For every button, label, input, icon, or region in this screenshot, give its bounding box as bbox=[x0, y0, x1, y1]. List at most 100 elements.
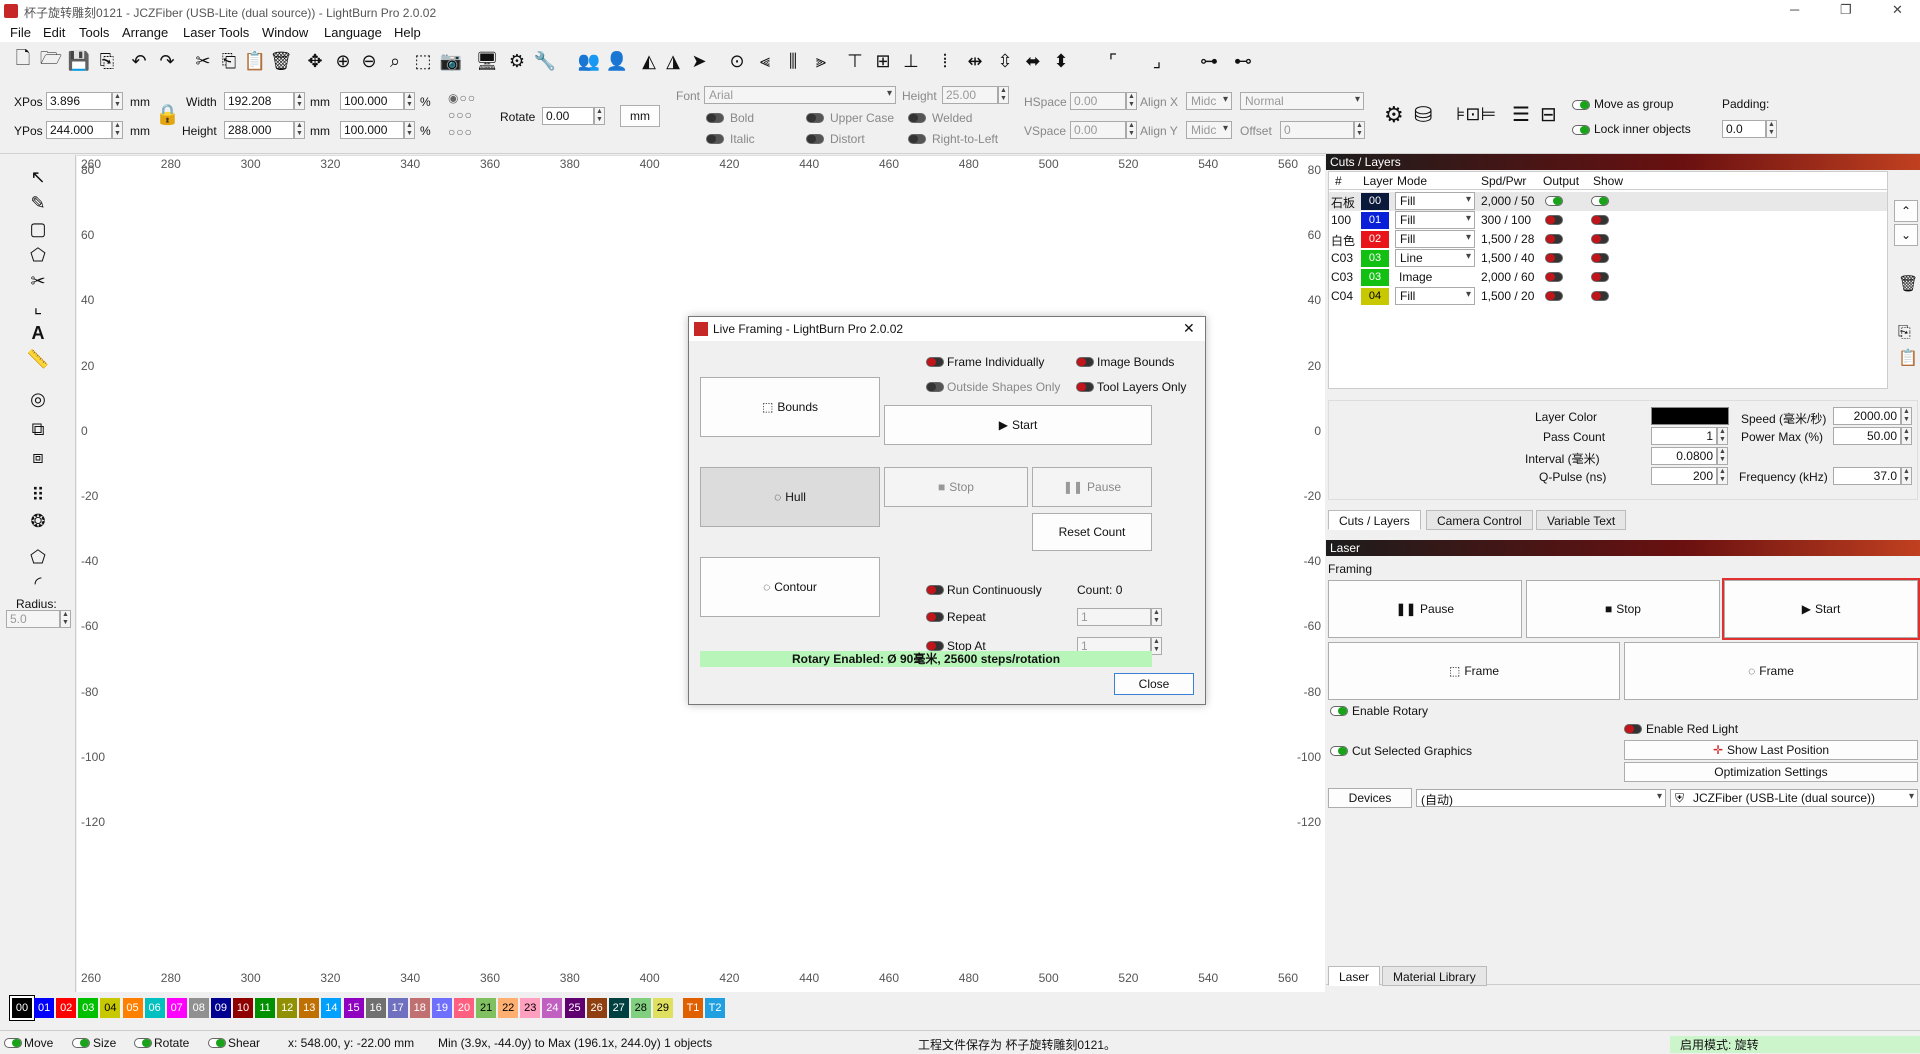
align-top-icon[interactable]: ⊤ bbox=[842, 48, 868, 74]
delete-icon[interactable]: 🗑 bbox=[268, 48, 294, 74]
xpos-spinner[interactable]: ▲ ▼ bbox=[112, 92, 123, 110]
frequency-field[interactable]: 37.0 bbox=[1833, 467, 1901, 485]
dialog-pause-button[interactable]: ❚❚ Pause bbox=[1032, 467, 1152, 507]
units-button[interactable]: mm bbox=[620, 105, 660, 127]
scale-width-spinner[interactable]: ▲ ▼ bbox=[404, 92, 415, 110]
hspace-field[interactable]: 0.00 bbox=[1070, 92, 1126, 110]
repeat-field[interactable]: 1 bbox=[1077, 608, 1151, 626]
offset-shape-icon[interactable]: ◎ bbox=[24, 387, 52, 411]
outside-shapes-toggle[interactable] bbox=[926, 382, 944, 392]
layer-show-toggle[interactable] bbox=[1591, 272, 1609, 282]
ypos-spinner[interactable]: ▲ ▼ bbox=[112, 121, 123, 139]
image-bounds-toggle[interactable] bbox=[1076, 357, 1094, 367]
dialog-start-button[interactable]: ▶ Start bbox=[884, 405, 1152, 445]
settings-gear-icon[interactable]: ⚙ bbox=[504, 48, 530, 74]
menu-arrange[interactable]: Arrange bbox=[122, 25, 168, 40]
menu-language[interactable]: Language bbox=[324, 25, 382, 40]
pass-count-spinner[interactable]: ▲ ▼ bbox=[1717, 427, 1728, 445]
layer-output-toggle[interactable] bbox=[1545, 234, 1563, 244]
layer-output-toggle[interactable] bbox=[1545, 272, 1563, 282]
layer-up-icon[interactable]: ⌃ bbox=[1894, 200, 1918, 222]
layer-mode[interactable]: Line bbox=[1395, 249, 1475, 267]
rotate-spinner[interactable]: ▲ ▼ bbox=[594, 107, 605, 125]
optimization-settings-button[interactable]: Optimization Settings bbox=[1624, 762, 1918, 782]
rtl-toggle[interactable] bbox=[908, 134, 926, 144]
power-max-field[interactable]: 50.00 bbox=[1833, 427, 1901, 445]
tab-material-library[interactable]: Material Library bbox=[1382, 966, 1487, 986]
dock-right-icon[interactable]: ⊷ bbox=[1230, 48, 1256, 74]
menu-file[interactable]: File bbox=[10, 25, 31, 40]
new-file-icon[interactable]: 🗋 bbox=[10, 48, 36, 74]
bold-toggle[interactable] bbox=[706, 113, 724, 123]
laser-start-button[interactable]: ▶ Start bbox=[1722, 578, 1920, 640]
round-corner-icon[interactable]: ◜ bbox=[24, 571, 52, 595]
run-continuously-toggle[interactable] bbox=[926, 585, 944, 595]
palette-color[interactable]: 22 bbox=[498, 998, 519, 1018]
palette-color[interactable]: 23 bbox=[520, 998, 541, 1018]
layer-mode[interactable]: Fill bbox=[1395, 192, 1475, 210]
mirror-icon[interactable]: ◭ bbox=[636, 48, 662, 74]
palette-color[interactable]: 18 bbox=[409, 998, 430, 1018]
layer-mode[interactable]: Fill bbox=[1395, 287, 1475, 305]
stack-icon[interactable]: ☰ bbox=[1512, 102, 1530, 127]
distort-toggle[interactable] bbox=[806, 134, 824, 144]
select-arrow-icon[interactable]: ↖ bbox=[24, 165, 52, 189]
scale-height-spinner[interactable]: ▲ ▼ bbox=[404, 121, 415, 139]
dialog-close-button[interactable]: Close bbox=[1114, 673, 1194, 695]
frame-icon[interactable]: ⌞ bbox=[24, 295, 52, 319]
layer-color-swatch[interactable] bbox=[1651, 407, 1729, 425]
frame-rect-button[interactable]: ⬚ Frame bbox=[1328, 642, 1620, 700]
qpulse-field[interactable]: 200 bbox=[1651, 467, 1717, 485]
repeat-spinner[interactable]: ▲ ▼ bbox=[1151, 608, 1162, 626]
layer-show-toggle[interactable] bbox=[1591, 253, 1609, 263]
enable-red-light-toggle[interactable] bbox=[1624, 724, 1642, 734]
user-icon[interactable]: 👤 bbox=[604, 48, 630, 74]
boolean-subtract-icon[interactable]: ⧈ bbox=[24, 445, 52, 469]
target-icon[interactable]: ⊙ bbox=[724, 48, 750, 74]
palette-color[interactable]: 17 bbox=[387, 998, 408, 1018]
palette-color[interactable]: 11 bbox=[255, 998, 276, 1018]
align-x-select[interactable]: Midc bbox=[1186, 92, 1232, 110]
zoom-frame-icon[interactable]: ⬚ bbox=[410, 48, 436, 74]
space-h-icon[interactable]: ⬌ bbox=[1020, 48, 1046, 74]
layer-output-toggle[interactable] bbox=[1545, 196, 1563, 206]
palette-color[interactable]: 03 bbox=[78, 998, 99, 1018]
palette-color[interactable]: 26 bbox=[586, 998, 607, 1018]
vspace-spinner[interactable]: ▲ ▼ bbox=[1126, 121, 1137, 139]
menu-laser-tools[interactable]: Laser Tools bbox=[183, 25, 249, 40]
save-icon[interactable]: 💾 bbox=[66, 48, 92, 74]
frame-hull-button[interactable]: ◌ Frame bbox=[1624, 642, 1918, 700]
tab-laser[interactable]: Laser bbox=[1328, 966, 1381, 986]
radius-field[interactable]: 5.0 bbox=[6, 610, 60, 628]
align-objects-icon[interactable]: ⊧⊡⊨ bbox=[1456, 104, 1496, 125]
pass-count-field[interactable]: 1 bbox=[1651, 427, 1717, 445]
undo-icon[interactable]: ↶ bbox=[126, 48, 152, 74]
palette-color[interactable]: 19 bbox=[431, 998, 452, 1018]
distribute-icon[interactable]: ⦙ bbox=[932, 48, 958, 74]
distribute-h-icon[interactable]: ⇹ bbox=[962, 48, 988, 74]
vspace-field[interactable]: 0.00 bbox=[1070, 121, 1126, 139]
dock-icon[interactable]: ⊶ bbox=[1196, 48, 1222, 74]
grid-array-icon[interactable]: ⠿ bbox=[24, 483, 52, 507]
palette-color[interactable]: 10 bbox=[233, 998, 253, 1018]
palette-color[interactable]: 12 bbox=[277, 998, 298, 1018]
redo-icon[interactable]: ↷ bbox=[154, 48, 180, 74]
interval-spinner[interactable]: ▲ ▼ bbox=[1717, 447, 1728, 465]
pencil-icon[interactable]: ✎ bbox=[24, 191, 52, 215]
tools-wrench-icon[interactable]: 🔧 bbox=[532, 48, 558, 74]
space-v-icon[interactable]: ⬍ bbox=[1048, 48, 1074, 74]
cut-selected-toggle[interactable] bbox=[1330, 746, 1348, 756]
layer-delete-icon[interactable]: 🗑 bbox=[1898, 274, 1918, 294]
qpulse-spinner[interactable]: ▲ ▼ bbox=[1717, 467, 1728, 485]
upper-case-toggle[interactable] bbox=[806, 113, 824, 123]
import-icon[interactable]: ⎘ bbox=[94, 48, 120, 74]
port-select[interactable]: (自动) bbox=[1416, 789, 1666, 807]
palette-color[interactable]: 21 bbox=[476, 998, 497, 1018]
palette-color[interactable]: 24 bbox=[542, 998, 563, 1018]
rotate-field[interactable]: 0.00 bbox=[542, 107, 594, 125]
offset-spinner[interactable]: ▲ ▼ bbox=[1354, 121, 1365, 139]
palette-color[interactable]: 09 bbox=[210, 998, 231, 1018]
layer-row[interactable]: 石板 00 Fill 2,000 / 50 bbox=[1329, 192, 1887, 211]
ypos-field[interactable]: 244.000 bbox=[46, 121, 112, 139]
lock-icon[interactable]: 🔒 bbox=[155, 102, 180, 128]
